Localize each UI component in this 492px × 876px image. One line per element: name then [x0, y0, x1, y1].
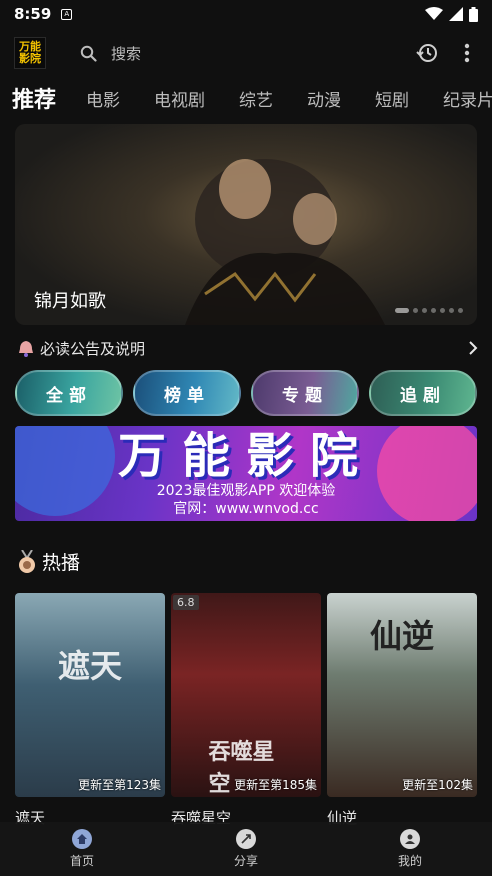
banner-dot[interactable]	[449, 308, 454, 313]
nav-profile[interactable]: 我的	[328, 822, 492, 876]
bottom-navigation: 首页 分享 我的	[0, 822, 492, 876]
nav-profile-label: 我的	[397, 854, 422, 868]
promo-decoration	[377, 426, 477, 521]
profile-icon	[400, 829, 420, 849]
nav-share[interactable]: 分享	[164, 822, 328, 876]
bell-icon	[19, 341, 33, 357]
notice-text: 必读公告及说明	[40, 339, 146, 358]
tab-movies[interactable]: 电影	[86, 86, 120, 111]
tab-anime[interactable]: 动漫	[307, 86, 341, 111]
hot-section-title: 热播	[42, 552, 81, 574]
logo-line-2: 影院	[19, 52, 41, 65]
featured-banner[interactable]: 锦月如歌	[15, 124, 477, 325]
hot-item[interactable]: 遮天 更新至第123集 遮天	[15, 593, 165, 833]
tab-documentary[interactable]: 纪录片	[443, 86, 492, 111]
poster-art-text: 遮天	[57, 647, 123, 686]
signal-icon	[449, 7, 463, 21]
hot-item[interactable]: 6.8 吞噬星空 更新至第185集 吞噬星空	[171, 593, 321, 833]
banner-dot[interactable]	[440, 308, 445, 313]
hot-item[interactable]: 仙逆 更新至102集 仙逆	[327, 593, 477, 833]
banner-dot[interactable]	[422, 308, 427, 313]
promo-website: 官网：www.wnvod.cc	[173, 500, 319, 517]
banner-dot[interactable]	[395, 308, 409, 313]
chevron-right-icon	[469, 341, 478, 355]
tab-tv-series[interactable]: 电视剧	[154, 86, 205, 111]
pill-topics[interactable]: 专题	[251, 370, 359, 416]
sim-icon: A	[61, 8, 73, 20]
tab-recommend[interactable]: 推荐	[12, 82, 56, 114]
poster-update-badge: 更新至102集	[402, 778, 473, 792]
poster-image[interactable]: 6.8 吞噬星空 更新至第185集	[171, 593, 321, 797]
poster-image[interactable]: 遮天 更新至第123集	[15, 593, 165, 797]
rating-badge: 6.8	[173, 595, 199, 610]
app-logo[interactable]: 万能 影院	[14, 37, 46, 69]
status-bar: 8:59 A	[0, 0, 492, 28]
banner-title: 锦月如歌	[34, 291, 106, 312]
medal-icon	[19, 549, 35, 573]
tab-variety[interactable]: 综艺	[239, 86, 273, 111]
search-input[interactable]: 搜索	[80, 43, 416, 64]
category-tabs: 推荐 电影 电视剧 综艺 动漫 短剧 纪录片	[0, 80, 492, 116]
pill-all[interactable]: 全部	[15, 370, 123, 416]
poster-image[interactable]: 仙逆 更新至102集	[327, 593, 477, 797]
promo-decoration	[15, 426, 115, 516]
tab-short-drama[interactable]: 短剧	[375, 86, 409, 111]
banner-dot[interactable]	[431, 308, 436, 313]
pill-follow[interactable]: 追剧	[369, 370, 477, 416]
banner-dot[interactable]	[458, 308, 463, 313]
nav-home-label: 首页	[69, 854, 94, 868]
poster-update-badge: 更新至第185集	[234, 778, 317, 792]
wifi-icon	[425, 7, 443, 20]
promo-title: 万能影院	[117, 427, 374, 484]
quick-links: 全部 榜单 专题 追剧	[15, 370, 477, 416]
nav-share-label: 分享	[233, 854, 258, 868]
more-options-icon[interactable]	[464, 43, 470, 63]
banner-pagination	[395, 308, 463, 313]
banner-dot[interactable]	[413, 308, 418, 313]
promo-banner[interactable]: 万能影院 2023最佳观影APP 欢迎体验 官网：www.wnvod.cc	[15, 426, 477, 521]
top-actions	[416, 42, 470, 64]
battery-icon	[469, 6, 478, 22]
history-icon[interactable]	[416, 42, 438, 64]
hot-section-header: 热播	[16, 548, 80, 575]
promo-subtitle: 2023最佳观影APP 欢迎体验	[156, 482, 336, 499]
top-bar: 万能 影院 搜索	[0, 32, 492, 74]
notice-bar[interactable]: 必读公告及说明	[16, 337, 478, 359]
hot-list: 遮天 更新至第123集 遮天 6.8 吞噬星空 更新至第185集 吞噬星空 仙逆…	[15, 593, 477, 833]
search-placeholder: 搜索	[111, 44, 142, 63]
status-time: 8:59	[14, 5, 52, 23]
poster-art-text: 仙逆	[369, 616, 435, 655]
home-icon	[72, 829, 92, 849]
share-icon	[236, 829, 256, 849]
poster-update-badge: 更新至第123集	[78, 778, 161, 792]
nav-home[interactable]: 首页	[0, 822, 164, 876]
search-icon	[80, 45, 97, 62]
pill-ranking[interactable]: 榜单	[133, 370, 241, 416]
status-icons	[425, 6, 478, 22]
